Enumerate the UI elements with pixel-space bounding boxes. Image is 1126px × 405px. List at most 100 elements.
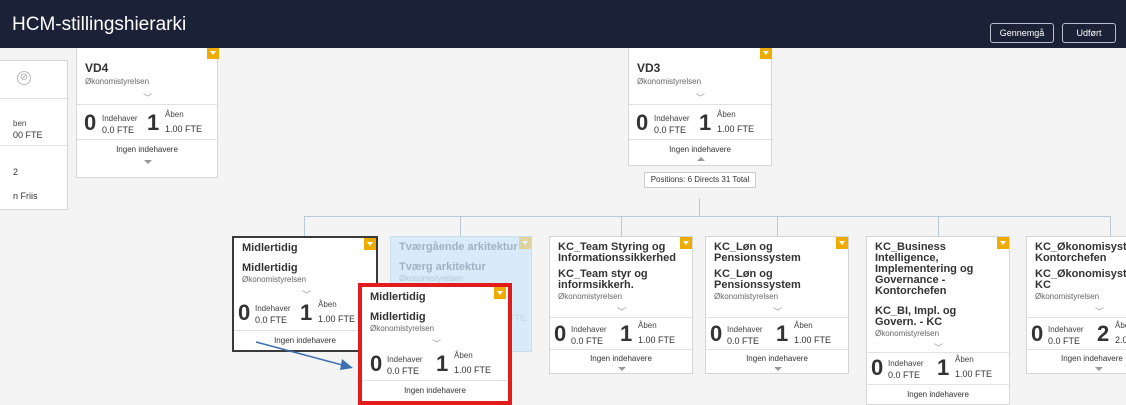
review-button[interactable]: Gennemgå [990,23,1054,43]
chevron-down-icon[interactable] [836,237,848,249]
position-org: Økonomistyrelsen [1035,292,1100,301]
partial-fragment-1: ben [13,119,27,128]
divider [234,330,376,331]
holder-count: 0 [238,300,251,325]
holder-fte: 0.0 FTE [571,336,604,346]
divider [706,349,850,350]
divider [867,384,1011,385]
connector-child-1 [304,216,305,237]
position-card-kc-loen[interactable]: KC_Løn og Pensionssystem KC_Løn og Pensi… [705,236,850,374]
partial-position-card[interactable]: ⊘ ben 00 FTE 2 n Friis [0,60,69,210]
chevron-down-icon[interactable] [680,237,692,249]
no-holders-label: Ingen indehavere [404,386,466,395]
circle-slash-icon: ⊘ [17,71,31,85]
no-holders-label: Ingen indehavere [746,354,808,363]
open-fte: 1.00 FTE [454,365,492,375]
position-card-kc-team-styring[interactable]: KC_Team Styring og Informationssikkerhed… [549,236,694,374]
chevron-down-icon[interactable] [364,238,376,250]
position-card-kc-business-intelligence[interactable]: KC_Business Intelligence, Implementering… [866,236,1011,405]
holder-count: 0 [370,351,383,376]
no-holders-label: Ingen indehavere [669,145,731,154]
open-label: Åben [638,321,657,330]
chevron-down-icon[interactable] [997,237,1009,249]
holder-count: 0 [1031,321,1044,346]
position-title-line5: Kontorchefen [875,285,947,297]
dragged-card-highlight[interactable]: Midlertidig Midlertidig Økonomistyrelsen… [358,283,512,405]
holder-label: Indehaver [387,355,423,364]
top-bar: HCM-stillingshierarki Gennemgå Udført [0,0,1126,48]
app-title: HCM-stillingshierarki [12,14,187,35]
expand-triangle-icon[interactable] [1095,367,1103,371]
position-card-vd4[interactable]: VD4 Økonomistyrelsen ﹀ 0 Indehaver 0.0 F… [76,48,219,178]
no-holders-label: Ingen indehavere [116,145,178,154]
positions-summary[interactable]: Positions: 6 Directs 31 Total [644,172,756,188]
position-title: VD4 [85,61,109,75]
divider [550,349,694,350]
holder-count: 0 [710,321,723,346]
holder-label: Indehaver [888,359,924,368]
open-label: Åben [165,110,184,119]
position-org: Økonomistyrelsen [85,77,150,86]
position-org: Økonomistyrelsen [370,324,435,333]
position-org: Økonomistyrelsen [242,275,307,284]
open-label: Åben [454,351,473,360]
divider [0,145,69,146]
expand-triangle-icon[interactable] [774,367,782,371]
open-count: 1 [300,300,313,325]
position-org: Økonomistyrelsen [399,274,464,283]
holder-fte: 0.0 FTE [727,336,760,346]
position-card-midlertidig[interactable]: Midlertidig Midlertidig Økonomistyrelsen… [232,236,378,352]
position-org: Økonomistyrelsen [637,77,702,86]
position-card-kc-oekonomisystem[interactable]: KC_Økonomisystem Kontorchefen KC_Økonomi… [1026,236,1126,374]
chevron-down-icon[interactable]: ﹀ [143,91,152,104]
divider [550,317,694,318]
chevron-down-icon[interactable] [207,48,219,59]
position-title-line2: Pensionssystem [714,252,801,264]
position-name-line2: Pensionssystem [714,279,801,291]
divider [629,139,773,140]
holder-label: Indehaver [727,325,763,334]
collapse-triangle-icon[interactable] [697,157,705,161]
expand-triangle-icon[interactable] [618,367,626,371]
holder-label: Indehaver [654,114,690,123]
holder-count: 0 [554,321,567,346]
divider [706,317,850,318]
position-card-vd3[interactable]: VD3 Økonomistyrelsen ﹀ 0 Indehaver 0.0 F… [628,48,773,166]
open-count: 1 [436,351,449,376]
connector-child-5 [938,216,939,237]
open-fte: 1.00 FTE [165,124,203,134]
position-title-line2: Informationssikkerhed [558,252,676,264]
position-name: Tværg arkitektur [399,261,486,273]
connector-child-3 [621,216,622,237]
chevron-down-icon[interactable]: ﹀ [696,91,705,104]
holder-fte: 0.0 FTE [387,366,420,376]
holder-count: 0 [84,110,97,135]
done-button[interactable]: Udført [1062,23,1116,43]
open-fte: 1.00 FTE [717,124,755,134]
chevron-down-icon[interactable] [494,287,506,299]
chevron-down-icon[interactable] [760,48,772,59]
holder-label: Indehaver [102,114,138,123]
drag-arrow-icon [255,341,353,370]
connector-horizontal [304,216,1111,217]
open-count: 1 [937,355,950,380]
hierarchy-canvas[interactable]: ⊘ ben 00 FTE 2 n Friis VD4 Økonomistyrel… [0,48,1126,405]
partial-fragment-3: 2 [13,167,19,177]
divider [0,98,69,99]
position-name: Midlertidig [370,311,426,323]
divider [629,104,773,105]
open-fte: 1.00 FTE [794,335,832,345]
connector-vd3-down [699,198,700,216]
connector-child-4 [777,216,778,237]
open-count: 1 [699,110,712,135]
position-name-line2: Govern. - KC [875,316,943,328]
chevron-down-icon[interactable]: ﹀ [432,337,441,350]
position-name-line2: informsikkerh. [558,279,634,291]
position-title: Tværgående arkitektur [399,241,518,253]
expand-triangle-icon[interactable] [144,160,152,164]
position-name: Midlertidig [242,262,298,274]
position-title: VD3 [637,61,661,75]
no-holders-label: Ingen indehavere [1061,354,1123,363]
holder-label: Indehaver [1048,325,1084,334]
open-count: 1 [147,110,160,135]
